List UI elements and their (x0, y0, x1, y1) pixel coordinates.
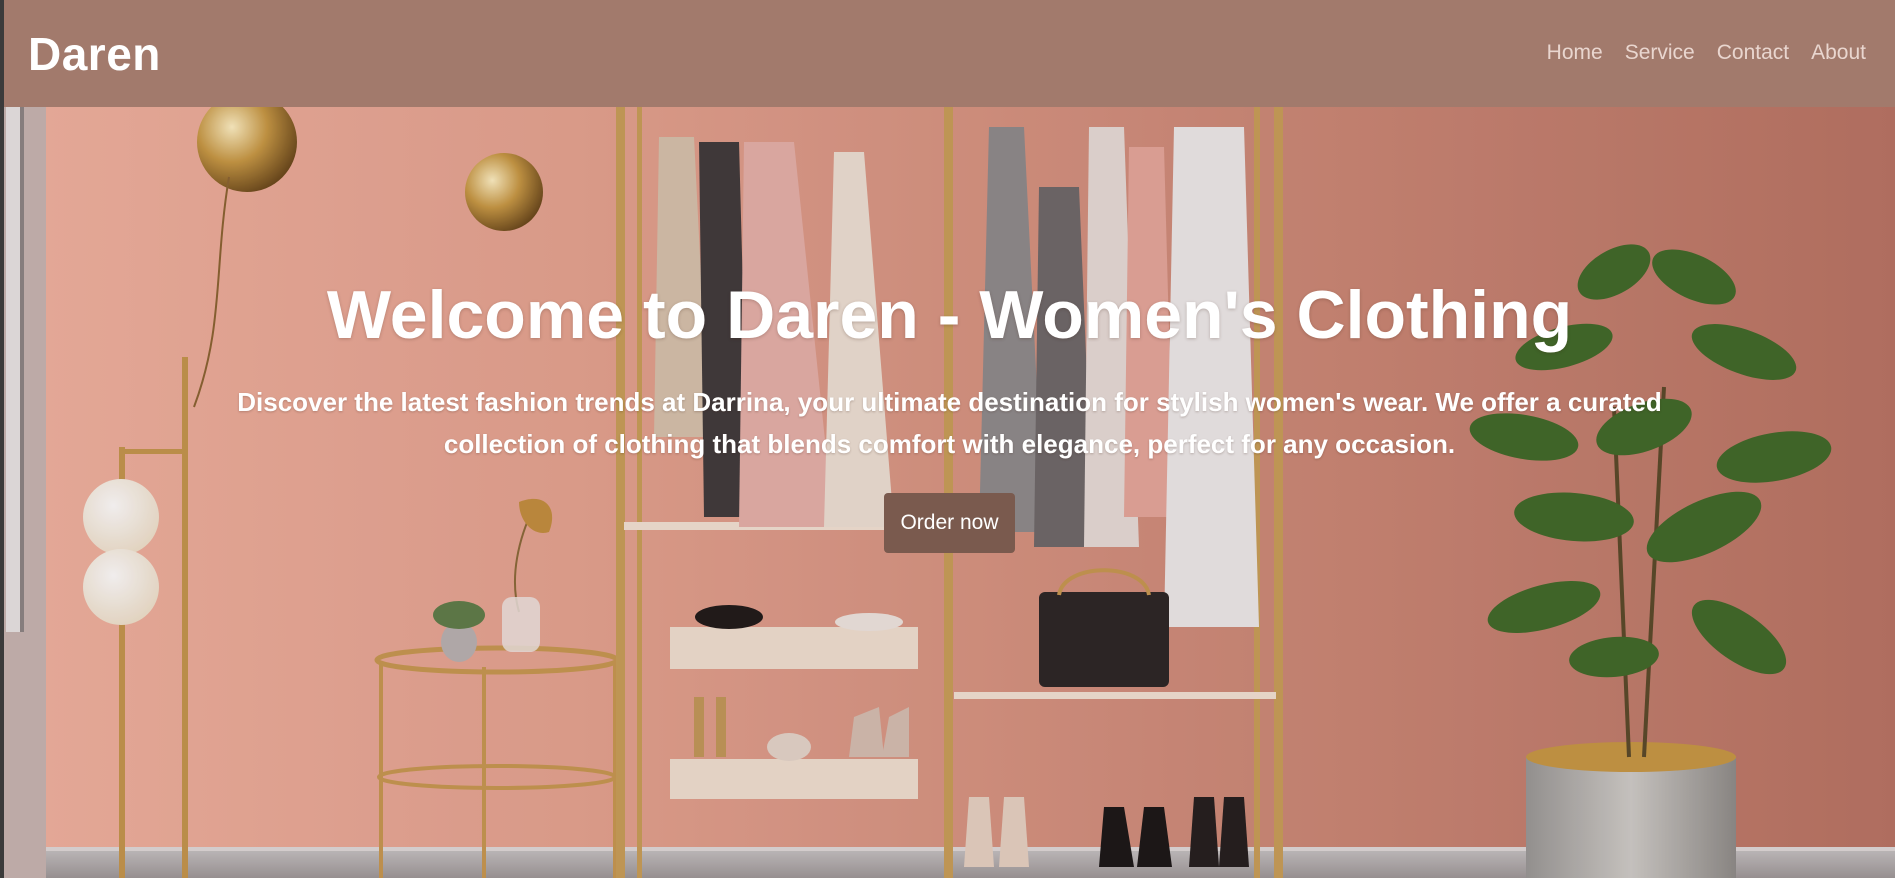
nav-link-about[interactable]: About (1811, 40, 1866, 66)
nav-link-contact[interactable]: Contact (1717, 40, 1789, 66)
nav-link-home[interactable]: Home (1547, 40, 1603, 66)
nav-link-service[interactable]: Service (1625, 40, 1695, 66)
hero-title: Welcome to Daren - Women's Clothing (326, 277, 1573, 353)
order-now-button[interactable]: Order now (884, 493, 1015, 553)
browser-viewport: Daren Home Service Contact About Welcome… (4, 0, 1895, 878)
nav-links: Home Service Contact About (1547, 40, 1866, 66)
navbar: Daren Home Service Contact About (4, 0, 1895, 107)
hero-description: Discover the latest fashion trends at Da… (237, 387, 1662, 459)
hero-section: Welcome to Daren - Women's Clothing Disc… (4, 107, 1895, 878)
brand-logo[interactable]: Daren (28, 24, 161, 84)
page: Daren Home Service Contact About Welcome… (0, 0, 1895, 878)
